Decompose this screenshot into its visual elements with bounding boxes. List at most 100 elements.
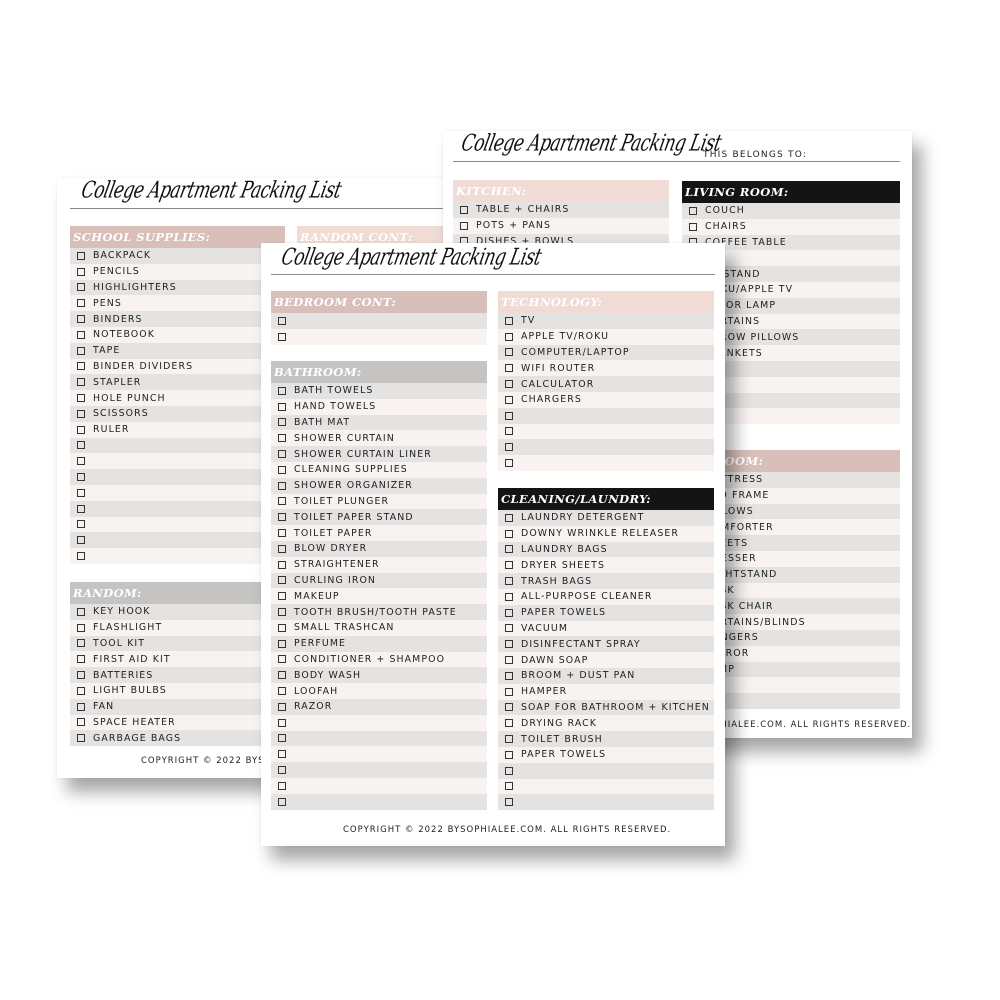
checklist-item[interactable]: HAMPER bbox=[498, 683, 714, 700]
checklist-item[interactable]: SPACE HEATER bbox=[70, 714, 285, 731]
checkbox-icon[interactable] bbox=[505, 608, 513, 617]
checklist-item[interactable] bbox=[70, 437, 285, 454]
checkbox-icon[interactable] bbox=[505, 577, 513, 586]
checkbox-icon[interactable] bbox=[278, 316, 286, 325]
checkbox-icon[interactable] bbox=[505, 364, 513, 373]
checklist-item[interactable]: KEY HOOK bbox=[70, 604, 285, 620]
checkbox-icon[interactable] bbox=[505, 592, 513, 601]
checkbox-icon[interactable] bbox=[505, 529, 513, 538]
checkbox-icon[interactable] bbox=[505, 411, 513, 420]
checklist-item[interactable] bbox=[498, 407, 714, 424]
checklist-item[interactable]: TOILET PAPER bbox=[271, 525, 487, 541]
checklist-item[interactable]: TAPE bbox=[70, 342, 285, 359]
checklist-item[interactable]: PENCILS bbox=[70, 263, 285, 280]
checkbox-icon[interactable] bbox=[505, 766, 513, 775]
checklist-item[interactable]: BATH TOWELS bbox=[271, 383, 487, 399]
checklist-item[interactable]: TV bbox=[498, 313, 714, 329]
checklist-item[interactable]: POTS + PANS bbox=[453, 217, 669, 234]
checklist-item[interactable]: TRASH BAGS bbox=[498, 573, 714, 589]
checkbox-icon[interactable] bbox=[77, 425, 85, 434]
checklist-item[interactable] bbox=[498, 439, 714, 456]
checklist-item[interactable]: ALL-PURPOSE CLEANER bbox=[498, 588, 714, 605]
checkbox-icon[interactable] bbox=[505, 545, 513, 554]
checklist-item[interactable] bbox=[271, 793, 487, 810]
checklist-item[interactable] bbox=[70, 469, 285, 485]
checklist-item[interactable]: TOILET PLUNGER bbox=[271, 493, 487, 510]
checklist-item[interactable]: SHOWER CURTAIN LINER bbox=[271, 446, 487, 462]
checklist-item[interactable]: VACUUM bbox=[498, 620, 714, 637]
checklist-item[interactable]: LOOFAH bbox=[271, 683, 487, 699]
checklist-item[interactable]: RULER bbox=[70, 421, 285, 438]
checkbox-icon[interactable] bbox=[278, 623, 286, 632]
checkbox-icon[interactable] bbox=[77, 536, 85, 545]
checkbox-icon[interactable] bbox=[278, 402, 286, 411]
checkbox-icon[interactable] bbox=[278, 576, 286, 585]
checklist-item[interactable]: FLASHLIGHT bbox=[70, 619, 285, 636]
checkbox-icon[interactable] bbox=[505, 316, 513, 325]
checkbox-icon[interactable] bbox=[278, 560, 286, 569]
checkbox-icon[interactable] bbox=[77, 552, 85, 561]
checklist-item[interactable] bbox=[70, 484, 285, 501]
checklist-item[interactable]: BATH MAT bbox=[271, 414, 487, 431]
checkbox-icon[interactable] bbox=[77, 251, 85, 260]
checklist-item[interactable]: PAPER TOWELS bbox=[498, 604, 714, 621]
checklist-item[interactable]: BINDER DIVIDERS bbox=[70, 358, 285, 375]
checklist-item[interactable] bbox=[271, 762, 487, 778]
checklist-item[interactable]: APPLE TV/ROKU bbox=[498, 328, 714, 345]
checkbox-icon[interactable] bbox=[460, 205, 468, 214]
checkbox-icon[interactable] bbox=[278, 418, 286, 427]
checkbox-icon[interactable] bbox=[505, 656, 513, 665]
checklist-item[interactable]: CALCULATOR bbox=[498, 376, 714, 392]
checkbox-icon[interactable] bbox=[278, 718, 286, 727]
checklist-item[interactable] bbox=[271, 714, 487, 731]
checkbox-icon[interactable] bbox=[505, 427, 513, 436]
checkbox-icon[interactable] bbox=[77, 378, 85, 387]
checklist-item[interactable]: GARBAGE BAGS bbox=[70, 730, 285, 747]
checklist-item[interactable]: DOWNY WRINKLE RELEASER bbox=[498, 525, 714, 542]
checklist-item[interactable] bbox=[271, 313, 487, 329]
checkbox-icon[interactable] bbox=[278, 465, 286, 474]
checkbox-icon[interactable] bbox=[278, 655, 286, 664]
checklist-item[interactable]: STAPLER bbox=[70, 374, 285, 391]
checkbox-icon[interactable] bbox=[278, 797, 286, 806]
checklist-item[interactable]: LIGHT BULBS bbox=[70, 682, 285, 699]
checkbox-icon[interactable] bbox=[505, 782, 513, 791]
checkbox-icon[interactable] bbox=[77, 623, 85, 632]
checklist-item[interactable]: SHOWER ORGANIZER bbox=[271, 477, 487, 494]
checkbox-icon[interactable] bbox=[77, 655, 85, 664]
checkbox-icon[interactable] bbox=[689, 222, 697, 231]
checkbox-icon[interactable] bbox=[505, 687, 513, 696]
checklist-item[interactable]: FAN bbox=[70, 698, 285, 715]
checkbox-icon[interactable] bbox=[77, 457, 85, 466]
checklist-item[interactable] bbox=[70, 453, 285, 470]
checkbox-icon[interactable] bbox=[278, 386, 286, 395]
checklist-item[interactable]: RAZOR bbox=[271, 698, 487, 715]
checklist-item[interactable]: DISINFECTANT SPRAY bbox=[498, 636, 714, 653]
checklist-item[interactable] bbox=[70, 532, 285, 549]
checkbox-icon[interactable] bbox=[77, 441, 85, 450]
checklist-item[interactable]: BROOM + DUST PAN bbox=[498, 667, 714, 684]
checkbox-icon[interactable] bbox=[278, 544, 286, 553]
checkbox-icon[interactable] bbox=[278, 702, 286, 711]
checklist-item[interactable]: TOOTH BRUSH/TOOTH PASTE bbox=[271, 604, 487, 620]
checklist-item[interactable]: BLOW DRYER bbox=[271, 540, 487, 557]
checkbox-icon[interactable] bbox=[77, 639, 85, 648]
checkbox-icon[interactable] bbox=[505, 332, 513, 341]
checkbox-icon[interactable] bbox=[77, 702, 85, 711]
checklist-item[interactable] bbox=[271, 746, 487, 763]
checklist-item[interactable]: STRAIGHTENER bbox=[271, 556, 487, 573]
checklist-item[interactable]: SCISSORS bbox=[70, 405, 285, 422]
checkbox-icon[interactable] bbox=[505, 395, 513, 404]
checkbox-icon[interactable] bbox=[278, 434, 286, 443]
checklist-item[interactable]: FIRST AID KIT bbox=[70, 651, 285, 668]
checkbox-icon[interactable] bbox=[689, 206, 697, 215]
checkbox-icon[interactable] bbox=[77, 504, 85, 513]
checklist-item[interactable]: TOILET PAPER STAND bbox=[271, 509, 487, 526]
checkbox-icon[interactable] bbox=[278, 592, 286, 601]
checkbox-icon[interactable] bbox=[77, 520, 85, 529]
checklist-item[interactable] bbox=[498, 762, 714, 779]
checkbox-icon[interactable] bbox=[278, 332, 286, 341]
checkbox-icon[interactable] bbox=[278, 450, 286, 459]
checkbox-icon[interactable] bbox=[278, 671, 286, 680]
checkbox-icon[interactable] bbox=[505, 671, 513, 680]
